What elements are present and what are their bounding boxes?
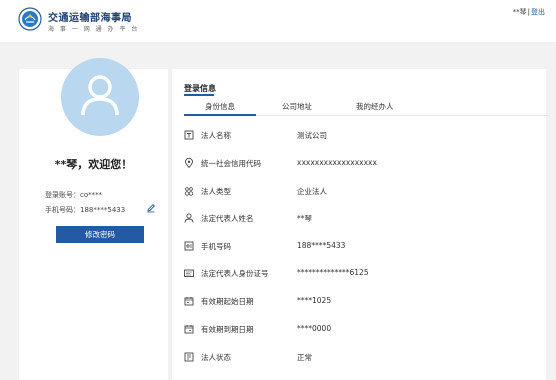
group-icon	[184, 187, 194, 196]
org-name: 交通运输部海事局	[48, 13, 132, 24]
row-label: 有效期起始日期	[201, 297, 254, 306]
id-document-icon	[184, 269, 194, 277]
top-bar: 交通运输部海事局 海 事 一 网 通 办 平 台 **琴|登出	[0, 0, 556, 42]
row-value: 企业法人	[297, 187, 327, 196]
msa-logo-icon	[18, 7, 42, 31]
phone-card-icon	[184, 241, 194, 251]
links-separator: |	[527, 8, 530, 16]
edit-phone-icon[interactable]	[146, 203, 156, 213]
current-user-name[interactable]: **琴	[513, 8, 527, 16]
phone-number: 手机号码：188****5433	[45, 206, 126, 214]
org-subtitle: 海 事 一 网 通 办 平 台	[48, 26, 140, 33]
row-label: 法人类型	[201, 187, 231, 196]
calendar-start-icon	[184, 297, 194, 306]
id-card-icon	[184, 130, 194, 140]
tab-my-agents[interactable]: 我的经办人	[356, 101, 394, 112]
row-label: 手机号码	[201, 242, 231, 251]
welcome-text: **琴，欢迎您！	[54, 158, 133, 171]
calendar-end-icon	[184, 325, 194, 334]
row-value: **************6125	[297, 268, 369, 277]
active-tab-indicator	[184, 114, 256, 116]
row-value: ****0000	[297, 324, 332, 333]
user-links: **琴|登出	[513, 7, 545, 17]
row-label: 统一社会信用代码	[201, 159, 261, 168]
row-value: xxxxxxxxxxxxxxxxxx	[297, 158, 377, 167]
logout-link[interactable]: 登出	[531, 8, 545, 16]
login-account: 登录账号：co****	[45, 191, 103, 199]
tab-company-address[interactable]: 公司地址	[282, 101, 312, 112]
row-value: ****1025	[297, 296, 332, 305]
change-password-button[interactable]: 修改密码	[56, 226, 144, 243]
row-value: 188****5433	[297, 241, 346, 250]
row-label: 有效期到期日期	[201, 325, 254, 334]
row-value: 正常	[297, 353, 312, 362]
row-label: 法定代表人身份证号	[201, 269, 269, 278]
row-label: 法人状态	[201, 353, 231, 362]
row-label: 法人名称	[201, 131, 231, 140]
user-avatar-icon	[81, 75, 119, 116]
row-label: 法定代表人姓名	[201, 214, 254, 223]
status-icon	[184, 352, 194, 362]
row-value: **琴	[297, 214, 312, 223]
tab-identity[interactable]: 身份信息	[205, 101, 235, 112]
section-title-underline	[184, 94, 214, 96]
row-value: 测试公司	[297, 131, 327, 140]
location-pin-icon	[185, 158, 193, 168]
person-icon	[184, 213, 194, 223]
avatar	[61, 58, 139, 136]
section-title: 登录信息	[184, 84, 216, 93]
